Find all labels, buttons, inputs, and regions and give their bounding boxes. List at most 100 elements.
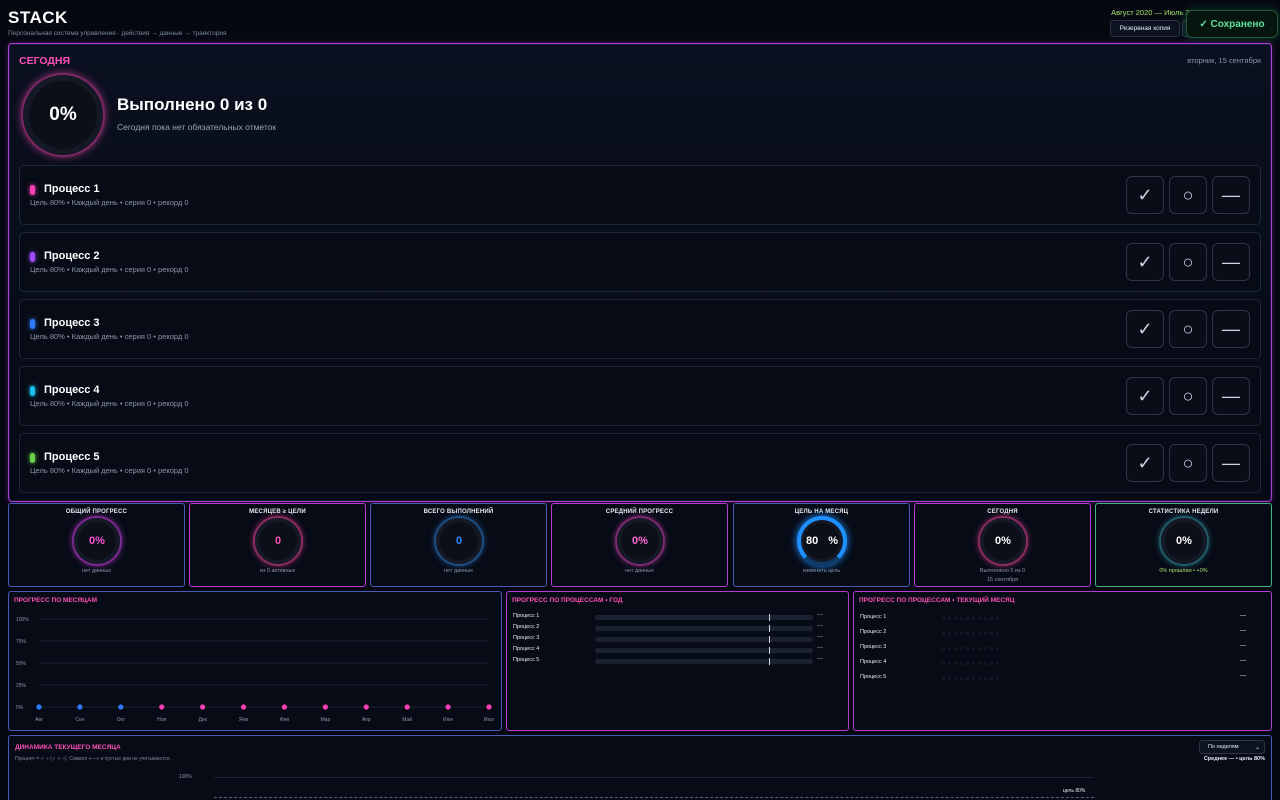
day-cell: [990, 632, 993, 635]
process-color-dot: [30, 453, 35, 463]
mark-done-button[interactable]: ✓: [1126, 377, 1164, 415]
monthly-progress-chart: 100% 75% 50% 25% 0% Авг Сен Окт Ноя Дек Янв Фев Мар А…: [16, 617, 494, 723]
data-point[interactable]: [36, 704, 42, 710]
day-cell: [972, 677, 975, 680]
mark-skip-button[interactable]: ○: [1169, 444, 1207, 482]
current-month-row: Процесс 3 —: [860, 642, 1265, 656]
data-point[interactable]: [159, 704, 165, 710]
current-month-row-value: —: [1240, 673, 1246, 679]
process-card: Процесс 4 Цель 80% • Каждый день • серия …: [19, 366, 1261, 426]
dynamics-gridline: [214, 777, 1094, 778]
stat-value: 0%: [995, 535, 1011, 547]
stat-ring: 0: [253, 516, 303, 566]
process-name: Процесс 4: [44, 384, 100, 396]
day-cell: [996, 617, 999, 620]
mark-skip-button[interactable]: ○: [1169, 310, 1207, 348]
mark-skip-button[interactable]: ○: [1169, 176, 1207, 214]
stat-card: ОБЩИЙ ПРОГРЕСС 0% нет данных: [8, 503, 185, 587]
day-cell: [972, 617, 975, 620]
day-cell: [960, 632, 963, 635]
stat-card: СЕГОДНЯ 0% Выполнено 0 из 0 15 сентября: [914, 503, 1091, 587]
mark-not-applicable-button[interactable]: —: [1212, 310, 1250, 348]
x-tick-label: Авг: [35, 717, 43, 723]
x-tick-label: Апр: [362, 717, 371, 723]
process-name: Процесс 1: [44, 183, 100, 195]
stat-title: СРЕДНИЙ ПРОГРЕСС: [605, 509, 674, 515]
mark-done-button[interactable]: ✓: [1126, 176, 1164, 214]
stat-value: 0%: [89, 535, 105, 547]
day-cells: [942, 647, 999, 650]
current-month-row: Процесс 4 —: [860, 657, 1265, 671]
stat-subtitle: нет данных: [624, 568, 654, 574]
stat-card: ВСЕГО ВЫПОЛНЕНИЙ 0 нет данных: [370, 503, 547, 587]
current-month-row-value: —: [1240, 628, 1246, 634]
stat-title: ВСЕГО ВЫПОЛНЕНИЙ: [423, 509, 494, 515]
year-row-value: —: [817, 634, 823, 640]
mark-not-applicable-button[interactable]: —: [1212, 444, 1250, 482]
dynamics-y-top: 100%: [179, 774, 192, 780]
stat-ring: 0%: [1159, 516, 1209, 566]
day-cell: [948, 677, 951, 680]
stat-title: МЕСЯЦЕВ ≥ ЦЕЛИ: [249, 509, 306, 515]
day-cell: [984, 632, 987, 635]
data-point[interactable]: [445, 704, 451, 710]
dynamics-period-select[interactable]: По неделям ⌄: [1199, 740, 1265, 754]
data-point[interactable]: [486, 704, 492, 710]
current-month-row: Процесс 2 —: [860, 627, 1265, 641]
x-tick-label: Дек: [198, 717, 207, 723]
data-point[interactable]: [240, 704, 247, 710]
day-cell: [978, 677, 981, 680]
day-cell: [996, 647, 999, 650]
day-cell: [960, 647, 963, 650]
day-cell: [942, 677, 945, 680]
mark-skip-button[interactable]: ○: [1169, 377, 1207, 415]
data-point[interactable]: [77, 704, 83, 710]
x-tick-label: Сен: [75, 717, 84, 723]
mark-skip-button[interactable]: ○: [1169, 243, 1207, 281]
y-tick-label: 0%: [16, 705, 24, 711]
year-progress-row: Процесс 3 —: [513, 634, 843, 645]
current-month-row-label: Процесс 2: [860, 629, 887, 635]
data-point[interactable]: [404, 704, 410, 710]
data-point[interactable]: [200, 704, 206, 710]
data-point[interactable]: [118, 704, 124, 710]
stat-subtitle[interactable]: изменить цель: [734, 568, 909, 574]
dynamics-title: ДИНАМИКА ТЕКУЩЕГО МЕСЯЦА: [15, 744, 121, 751]
day-cell: [990, 662, 993, 665]
day-cell: [984, 677, 987, 680]
mark-not-applicable-button[interactable]: —: [1212, 377, 1250, 415]
mark-done-button[interactable]: ✓: [1126, 243, 1164, 281]
backup-button[interactable]: Резервная копия: [1110, 20, 1180, 37]
year-progress-row: Процесс 1 —: [513, 612, 843, 623]
year-row-label: Процесс 1: [513, 613, 540, 619]
data-point[interactable]: [363, 704, 369, 710]
stat-card[interactable]: ЦЕЛЬ НА МЕСЯЦ 80% изменить цель: [733, 503, 910, 587]
chevron-down-icon: ⌄: [1254, 745, 1260, 751]
mark-not-applicable-button[interactable]: —: [1212, 176, 1250, 214]
process-color-dot: [30, 319, 35, 329]
day-cell: [948, 617, 951, 620]
process-meta: Цель 80% • Каждый день • серия 0 • рекор…: [30, 198, 189, 207]
day-cells: [942, 617, 999, 620]
year-row-label: Процесс 4: [513, 646, 540, 652]
day-cell: [990, 677, 993, 680]
saved-toast: ✓ Сохранено: [1186, 10, 1278, 38]
day-cell: [966, 647, 969, 650]
stat-ring: 0%: [615, 516, 665, 566]
data-point[interactable]: [281, 704, 288, 710]
mark-done-button[interactable]: ✓: [1126, 444, 1164, 482]
day-cell: [954, 677, 957, 680]
app-header: STACK Персональная система управления · …: [8, 8, 1278, 40]
stat-ring: 0%: [978, 516, 1028, 566]
current-month-row-value: —: [1240, 613, 1246, 619]
mark-done-button[interactable]: ✓: [1126, 310, 1164, 348]
stat-value: 0%: [1176, 535, 1192, 547]
process-meta: Цель 80% • Каждый день • серия 0 • рекор…: [30, 265, 189, 274]
process-meta: Цель 80% • Каждый день • серия 0 • рекор…: [30, 399, 189, 408]
stat-ring: 80%: [797, 516, 847, 566]
current-month-row-label: Процесс 3: [860, 644, 887, 650]
year-progress-row: Процесс 5 —: [513, 656, 843, 667]
day-cell: [966, 677, 969, 680]
data-point[interactable]: [322, 704, 328, 710]
mark-not-applicable-button[interactable]: —: [1212, 243, 1250, 281]
